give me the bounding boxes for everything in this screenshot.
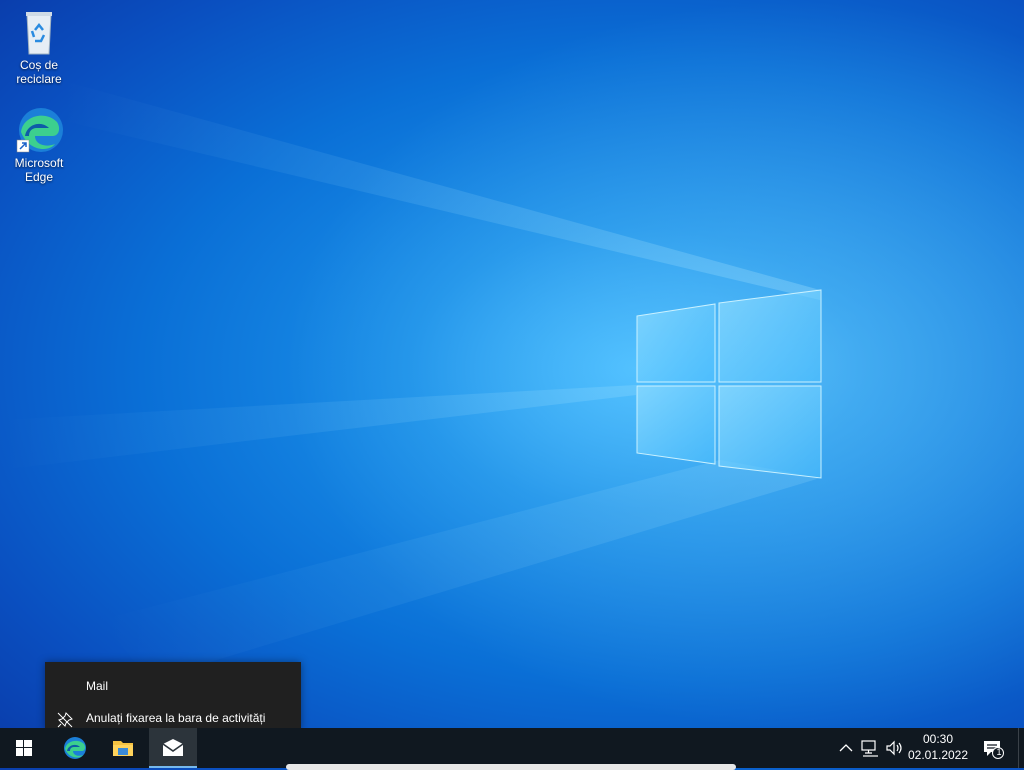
desktop-icon-label: Coș de reciclare <box>16 58 62 86</box>
folder-icon <box>113 741 133 756</box>
recycle-bin-icon <box>15 8 63 56</box>
clock-date: 02.01.2022 <box>907 748 969 762</box>
desktop-icon-recycle-bin[interactable]: Coș de reciclare <box>3 8 75 86</box>
bottom-scroll-indicator <box>286 764 736 770</box>
clock-time: 00:30 <box>922 732 954 746</box>
start-button[interactable] <box>0 728 48 768</box>
taskbar-edge-button[interactable] <box>51 728 99 768</box>
desktop-icon-edge[interactable]: Microsoft Edge <box>3 106 75 184</box>
taskbar: 00:30 02.01.2022 1 <box>0 728 1024 768</box>
edge-icon <box>15 106 63 154</box>
wallpaper <box>0 0 1024 730</box>
jump-list-app-label: Mail <box>86 679 109 693</box>
network-icon[interactable] <box>860 738 880 758</box>
show-hidden-icons-chevron-icon[interactable] <box>836 738 856 758</box>
system-clock[interactable]: 00:30 02.01.2022 <box>900 731 976 763</box>
taskbar-file-explorer-button[interactable] <box>99 728 147 768</box>
edge-icon <box>64 737 86 759</box>
unpin-icon <box>57 710 73 728</box>
show-desktop-button[interactable] <box>1018 728 1024 768</box>
desktop-icon-label: Microsoft Edge <box>14 156 64 184</box>
taskbar-jump-list: Mail Anulați fixarea la bara de activită… <box>45 662 301 730</box>
windows-logo-icon <box>16 740 32 756</box>
taskbar-mail-button[interactable] <box>149 728 197 768</box>
mail-icon <box>162 739 184 756</box>
action-center-button[interactable]: 1 <box>982 738 1004 759</box>
windows-logo-wallpaper <box>636 289 822 479</box>
jump-list-app-mail[interactable]: Mail <box>45 672 301 700</box>
notification-count-badge: 1 <box>996 747 1002 757</box>
